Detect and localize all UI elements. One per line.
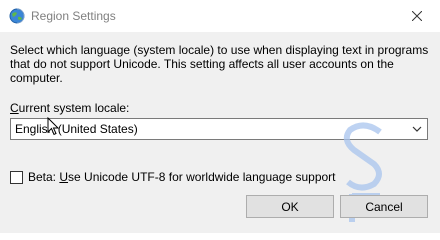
region-settings-dialog: Region Settings Select which language (s… xyxy=(0,0,440,233)
beta-utf8-checkbox[interactable] xyxy=(10,170,23,184)
beta-utf8-option[interactable]: Beta: Use Unicode UTF-8 for worldwide la… xyxy=(10,169,336,185)
window-title: Region Settings xyxy=(31,9,116,23)
beta-label-rest: se Unicode UTF-8 for worldwide language … xyxy=(68,170,336,184)
mouse-cursor-icon xyxy=(47,117,59,136)
system-locale-value: English (United States) xyxy=(15,122,138,136)
chevron-down-icon xyxy=(412,126,422,132)
beta-label-accel: U xyxy=(59,170,69,184)
cancel-button[interactable]: Cancel xyxy=(340,195,428,218)
current-locale-label-rest: urrent system locale: xyxy=(18,101,130,115)
ok-button[interactable]: OK xyxy=(246,195,334,218)
title-bar[interactable]: Region Settings xyxy=(0,0,440,32)
close-icon xyxy=(412,11,422,21)
dialog-body: Select which language (system locale) to… xyxy=(0,32,440,233)
beta-label-prefix: Beta: xyxy=(28,170,60,184)
description-text: Select which language (system locale) to… xyxy=(10,43,429,85)
current-locale-label: Current system locale: xyxy=(10,101,129,115)
close-button[interactable] xyxy=(394,0,440,32)
beta-utf8-label: Beta: Use Unicode UTF-8 for worldwide la… xyxy=(28,170,336,184)
current-locale-label-accel: C xyxy=(10,101,19,115)
globe-icon xyxy=(9,8,25,24)
